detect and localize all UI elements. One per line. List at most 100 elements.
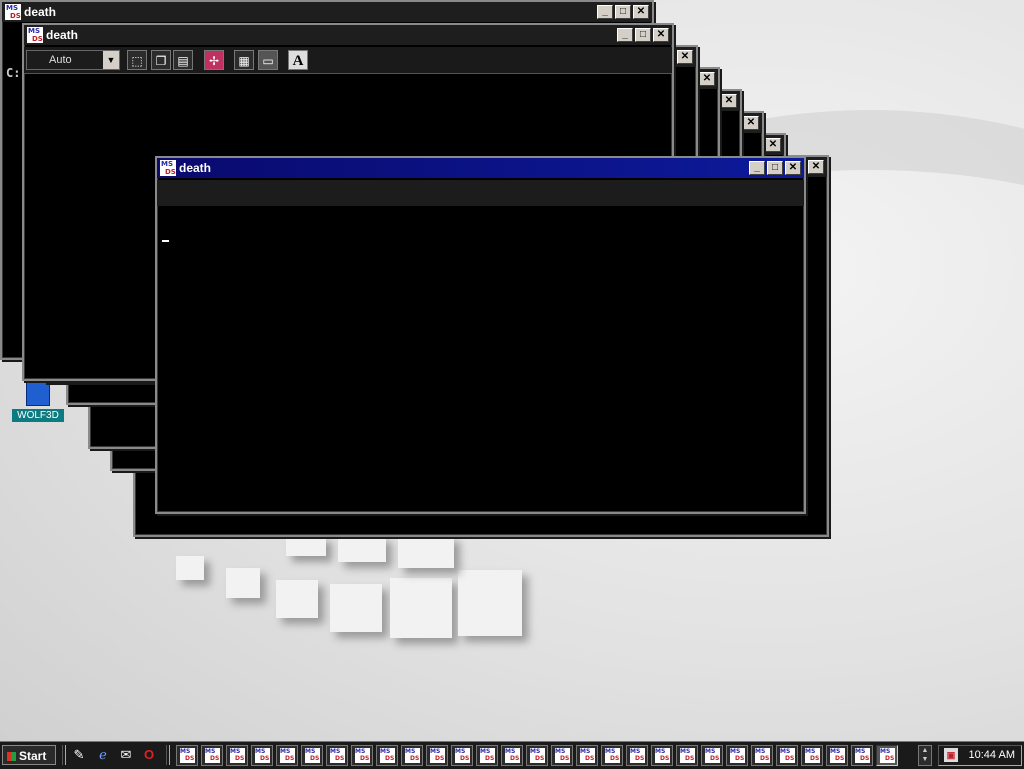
msdos-icon: MS DS [530,748,545,763]
task-button-death[interactable]: MS DS [301,745,323,766]
close-icon[interactable]: ✕ [721,94,737,108]
front-console-window[interactable]: MS DS death _ □ ✕ [155,156,806,514]
task-button-death[interactable]: MS DS [576,745,598,766]
wallpaper-tile [226,568,260,598]
msdos-icon: MS DS [230,748,245,763]
wallpaper-tile [276,580,318,618]
task-button-death[interactable]: MS DS [801,745,823,766]
minimize-icon[interactable]: _ [617,28,633,42]
chevron-down-icon[interactable]: ▼ [103,51,119,69]
task-button-death[interactable]: MS DS [851,745,873,766]
opera-icon[interactable]: O [140,746,158,764]
task-button-death[interactable]: MS DS [176,745,198,766]
fullscreen-icon[interactable]: ✢ [204,50,224,70]
msdos-icon: MS DS [780,748,795,763]
task-button-death[interactable]: MS DS [751,745,773,766]
minimize-icon[interactable]: _ [749,161,765,175]
msdos-icon: MS DS [180,748,195,763]
task-button-death[interactable]: MS DS [251,745,273,766]
task-button-death[interactable]: MS DS [351,745,373,766]
task-button-death[interactable]: MS DS [276,745,298,766]
msdos-icon: MS DS [205,748,220,763]
msdos-icon: MS DS [27,27,43,43]
font-size-select[interactable]: Auto ▼ [26,50,120,70]
msdos-icon: MS DS [160,160,176,176]
front-toolbar-area [157,180,804,206]
task-button-death[interactable]: MS DS [376,745,398,766]
start-button[interactable]: Start [2,745,56,765]
close-icon[interactable]: ✕ [808,160,824,174]
wallpaper-tile [390,578,452,638]
taskbar: Start ✎ ℯ ✉ O MS DS MS DS MS DS MS DS MS DS MS DS MS… [0,741,1024,769]
back-titlebar[interactable]: MS DS death _ □ ✕ [2,2,652,22]
task-button-death[interactable]: MS DS [701,745,723,766]
close-icon[interactable]: ✕ [785,161,801,175]
copy-icon[interactable]: ❐ [151,50,171,70]
task-button-death[interactable]: MS DS [551,745,573,766]
wallpaper-tile [176,556,204,580]
task-button-death[interactable]: MS DS [826,745,848,766]
close-icon[interactable]: ✕ [699,72,715,86]
properties-icon[interactable]: ▦ [234,50,254,70]
paste-icon[interactable]: ▤ [173,50,193,70]
msdos-icon: MS DS [830,748,845,763]
task-button-death[interactable]: MS DS [326,745,348,766]
task-button-death[interactable]: MS DS [476,745,498,766]
msdos-icon: MS DS [255,748,270,763]
msdos-icon: MS DS [580,748,595,763]
taskbar-scroll-arrows[interactable]: ▲ ▼ [918,745,932,766]
mark-icon[interactable]: ⬚ [127,50,147,70]
task-button-death[interactable]: MS DS [876,745,898,766]
maximize-icon[interactable]: □ [635,28,651,42]
wallpaper-tile [458,570,522,636]
msdos-icon: MS DS [655,748,670,763]
clock[interactable]: 10:44 AM [969,749,1015,761]
minimize-icon[interactable]: _ [597,5,613,19]
maximize-icon[interactable]: □ [767,161,783,175]
outlook-icon[interactable]: ✉ [117,746,135,764]
close-icon[interactable]: ✕ [677,50,693,64]
font-button[interactable]: A [288,50,308,70]
front-titlebar[interactable]: MS DS death _ □ ✕ [157,158,804,178]
windows-flag-icon [7,752,16,761]
task-button-death[interactable]: MS DS [501,745,523,766]
task-button-death[interactable]: MS DS [601,745,623,766]
task-button-death[interactable]: MS DS [676,745,698,766]
background-icon[interactable]: ▭ [258,50,278,70]
msdos-icon: MS DS [505,748,520,763]
task-button-death[interactable]: MS DS [776,745,798,766]
task-button-death[interactable]: MS DS [726,745,748,766]
tray-msdos-icon[interactable]: ▣ [944,748,958,762]
task-button-death[interactable]: MS DS [626,745,648,766]
console-toolbar: Auto ▼ ⬚ ❐ ▤ ✢ ▦ ▭ A [24,47,672,74]
task-button-death[interactable]: MS DS [201,745,223,766]
task-button-death[interactable]: MS DS [426,745,448,766]
msdos-icon: MS DS [405,748,420,763]
maximize-icon[interactable]: □ [615,5,631,19]
msdos-icon: MS DS [330,748,345,763]
task-button-death[interactable]: MS DS [526,745,548,766]
taskbar-separator [166,745,170,765]
middle-titlebar[interactable]: MS DS death _ □ ✕ [24,25,672,45]
wolf3d-desktop-icon[interactable]: WOLF3D [12,378,64,422]
system-tray: ▣ 10:44 AM [938,745,1022,766]
close-icon[interactable]: ✕ [653,28,669,42]
msdos-icon: MS DS [805,748,820,763]
task-button-death[interactable]: MS DS [651,745,673,766]
task-button-death[interactable]: MS DS [401,745,423,766]
close-icon[interactable]: ✕ [633,5,649,19]
msdos-icon: MS DS [380,748,395,763]
browser-icon[interactable]: ℯ [94,746,112,764]
back-window-title: death [24,5,57,19]
task-button-death[interactable]: MS DS [226,745,248,766]
msdos-icon: MS DS [430,748,445,763]
task-button-death[interactable]: MS DS [451,745,473,766]
start-label: Start [19,749,47,763]
console-prompt: C: [6,66,21,80]
close-icon[interactable]: ✕ [743,116,759,130]
close-icon[interactable]: ✕ [765,138,781,152]
desktop-icon[interactable]: ✎ [70,746,88,764]
msdos-icon: MS DS [880,748,895,763]
msdos-icon: MS DS [280,748,295,763]
text-cursor [162,240,169,242]
